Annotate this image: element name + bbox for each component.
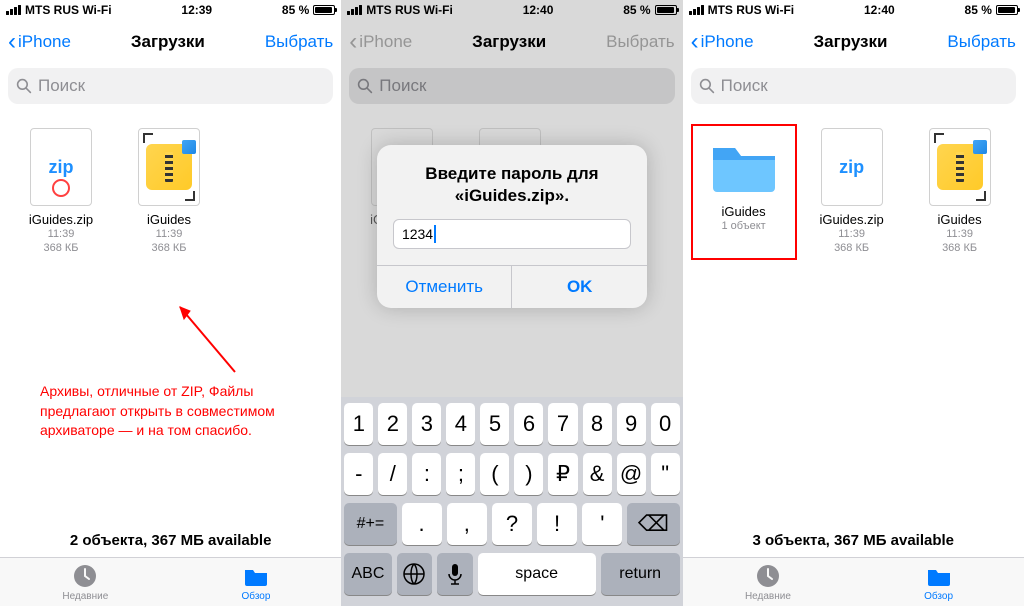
- key-paren-open[interactable]: (: [480, 453, 509, 495]
- password-input[interactable]: 1234: [393, 219, 631, 249]
- status-bar: MTS RUS Wi-Fi 12:39 85 %: [0, 0, 341, 20]
- globe-icon: [400, 560, 428, 588]
- footer-info: 2 объекта, 367 МБ available: [0, 524, 341, 557]
- select-button[interactable]: Выбрать: [947, 32, 1015, 52]
- select-button[interactable]: Выбрать: [265, 32, 333, 52]
- key-dash[interactable]: -: [344, 453, 373, 495]
- page-title: Загрузки: [813, 32, 887, 52]
- annotation-text: Архивы, отличные от ZIP, Файлы предлагаю…: [40, 382, 280, 441]
- key-return[interactable]: return: [601, 553, 680, 595]
- folder-icon: [709, 138, 779, 194]
- screen-1: MTS RUS Wi-Fi 12:39 85 % ‹iPhone Загрузк…: [0, 0, 341, 606]
- ok-button[interactable]: OK: [512, 266, 647, 308]
- carrier-label: MTS RUS Wi-Fi: [25, 3, 112, 17]
- key-8[interactable]: 8: [583, 403, 612, 445]
- cancel-button[interactable]: Отменить: [377, 266, 513, 308]
- key-mic[interactable]: [437, 553, 472, 595]
- clock-icon: [72, 563, 98, 589]
- folder-icon: [926, 563, 952, 589]
- zip-icon: zip: [49, 157, 74, 178]
- battery-pct: 85 %: [282, 3, 309, 17]
- search-input[interactable]: Поиск: [691, 68, 1016, 104]
- key-symbols[interactable]: #+=: [344, 503, 396, 545]
- key-ruble[interactable]: ₽: [548, 453, 577, 495]
- key-1[interactable]: 1: [344, 403, 373, 445]
- battery-icon: [313, 5, 335, 15]
- status-bar: MTS RUS Wi-Fi 12:40 85 %: [683, 0, 1024, 20]
- clock-icon: [755, 563, 781, 589]
- files-grid: iGuides 1 объект zip iGuides.zip 11:39 3…: [683, 112, 1024, 272]
- key-question[interactable]: ?: [492, 503, 532, 545]
- file-item-archive[interactable]: iGuides 11:39 368 КБ: [116, 124, 222, 260]
- red-circle-icon: [52, 179, 70, 197]
- keyboard: 1 2 3 4 5 6 7 8 9 0 - / : ; ( ) ₽ & @ " …: [341, 397, 682, 606]
- key-2[interactable]: 2: [378, 403, 407, 445]
- key-colon[interactable]: :: [412, 453, 441, 495]
- kb-row-4: ABC space return: [344, 553, 679, 595]
- file-item-archive[interactable]: iGuides 11:39 368 КБ: [907, 124, 1013, 260]
- key-apostrophe[interactable]: ': [582, 503, 622, 545]
- tab-bar: Недавние Обзор: [0, 557, 341, 606]
- file-item-folder[interactable]: iGuides 1 объект: [691, 124, 797, 260]
- key-slash[interactable]: /: [378, 453, 407, 495]
- back-button[interactable]: ‹iPhone: [8, 28, 71, 56]
- kb-row-2: - / : ; ( ) ₽ & @ ": [344, 453, 679, 495]
- chevron-left-icon: ‹: [8, 28, 16, 56]
- key-4[interactable]: 4: [446, 403, 475, 445]
- content-area: zip iGuides.zip 11:39 368 КБ iGuides 11:…: [0, 112, 341, 557]
- key-globe[interactable]: [397, 553, 432, 595]
- tab-recent[interactable]: Недавние: [0, 558, 171, 606]
- battery-icon: [996, 5, 1018, 15]
- mic-icon: [441, 560, 469, 588]
- kb-row-1: 1 2 3 4 5 6 7 8 9 0: [344, 403, 679, 445]
- tab-browse[interactable]: Обзор: [853, 558, 1024, 606]
- password-dialog: Введите пароль для «iGuides.zip». 1234 О…: [377, 145, 647, 308]
- status-time: 12:40: [864, 3, 895, 17]
- nav-bar: ‹iPhone Загрузки Выбрать: [683, 20, 1024, 64]
- dialog-title: Введите пароль для «iGuides.zip».: [377, 145, 647, 219]
- key-abc[interactable]: ABC: [344, 553, 391, 595]
- page-title: Загрузки: [131, 32, 205, 52]
- signal-icon: [689, 5, 704, 15]
- key-backspace[interactable]: ⌫: [627, 503, 679, 545]
- tab-browse[interactable]: Обзор: [171, 558, 342, 606]
- screen-2: MTS RUS Wi-Fi 12:40 85 % ‹iPhone Загрузк…: [341, 0, 682, 606]
- key-quote[interactable]: ": [651, 453, 680, 495]
- key-semicolon[interactable]: ;: [446, 453, 475, 495]
- key-5[interactable]: 5: [480, 403, 509, 445]
- tab-recent[interactable]: Недавние: [683, 558, 854, 606]
- search-input[interactable]: Поиск: [8, 68, 333, 104]
- key-comma[interactable]: ,: [447, 503, 487, 545]
- signal-icon: [6, 5, 21, 15]
- archive-thumb-icon: [937, 144, 983, 190]
- kb-row-3: #+= . , ? ! ' ⌫: [344, 503, 679, 545]
- key-exclaim[interactable]: !: [537, 503, 577, 545]
- key-7[interactable]: 7: [548, 403, 577, 445]
- key-at[interactable]: @: [617, 453, 646, 495]
- key-3[interactable]: 3: [412, 403, 441, 445]
- key-6[interactable]: 6: [514, 403, 543, 445]
- back-button[interactable]: ‹iPhone: [691, 28, 754, 56]
- key-9[interactable]: 9: [617, 403, 646, 445]
- archive-thumb-icon: [146, 144, 192, 190]
- tab-bar: Недавние Обзор: [683, 557, 1024, 606]
- key-period[interactable]: .: [402, 503, 442, 545]
- file-item-zip[interactable]: zip iGuides.zip 11:39 368 КБ: [8, 124, 114, 260]
- nav-bar: ‹iPhone Загрузки Выбрать: [0, 20, 341, 64]
- key-0[interactable]: 0: [651, 403, 680, 445]
- screen-3: MTS RUS Wi-Fi 12:40 85 % ‹iPhone Загрузк…: [683, 0, 1024, 606]
- status-time: 12:39: [181, 3, 212, 17]
- files-grid: zip iGuides.zip 11:39 368 КБ iGuides 11:…: [0, 112, 341, 272]
- search-icon: [16, 78, 32, 94]
- file-item-zip[interactable]: zip iGuides.zip 11:39 368 КБ: [799, 124, 905, 260]
- key-paren-close[interactable]: ): [514, 453, 543, 495]
- key-amp[interactable]: &: [583, 453, 612, 495]
- zip-icon: zip: [839, 157, 864, 178]
- key-space[interactable]: space: [478, 553, 596, 595]
- folder-icon: [243, 563, 269, 589]
- footer-info: 3 объекта, 367 МБ available: [683, 524, 1024, 557]
